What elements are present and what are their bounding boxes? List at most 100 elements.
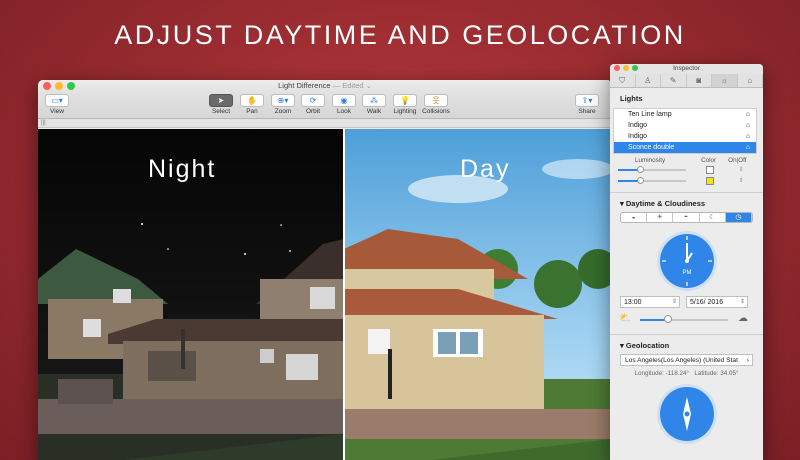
- sun-icon[interactable]: ☀: [647, 213, 674, 222]
- headline: ADJUST DAYTIME AND GEOLOCATION: [114, 20, 686, 50]
- building-icon: ⌂: [747, 76, 753, 85]
- cloud-icon: ☁: [738, 313, 748, 324]
- day-label: Day: [460, 155, 511, 183]
- color-swatch-yellow[interactable]: [706, 177, 714, 185]
- share-icon: ⇪▾: [575, 94, 599, 107]
- chevron-right-icon: ›: [746, 357, 749, 364]
- walk-tool[interactable]: ⁂ Walk: [357, 93, 391, 115]
- panel-toggle[interactable]: |||: [38, 119, 612, 128]
- bulb-icon: 💡: [393, 94, 417, 107]
- document-title: Light Difference: [278, 81, 331, 90]
- inspector-title: Inspector: [673, 65, 700, 72]
- look-tool[interactable]: ◉ Look: [327, 93, 361, 115]
- 3d-scene-view[interactable]: Night Day: [38, 129, 612, 460]
- cloudiness-row: ⛅ ☁: [610, 312, 763, 328]
- toolbar: ▭▾ View ➤ Select ✋ Pan ⊕▾ Zoom ⟳ Orbit ◉…: [38, 93, 612, 119]
- view-button[interactable]: ▭▾ View: [40, 93, 74, 115]
- bulb-icon[interactable]: ♁: [738, 175, 744, 184]
- main-window: Light Difference — Edited ⌄ ▭▾ View ➤ Se…: [38, 80, 612, 460]
- select-tool[interactable]: ➤ Select: [204, 93, 238, 115]
- pointer-icon: ➤: [209, 94, 233, 107]
- tab-materials[interactable]: ⛉: [610, 74, 636, 87]
- inspector-tabs: ⛉ ♙ ✎ ◙ ☼ ⌂: [610, 74, 763, 88]
- orbit-tool[interactable]: ⟳ Orbit: [296, 93, 330, 115]
- clock-icon[interactable]: ◷: [725, 213, 752, 222]
- paint-icon: ⛉: [619, 75, 626, 85]
- light-row[interactable]: Indigo ⌂: [614, 120, 756, 131]
- sunset-icon[interactable]: ◓: [673, 213, 700, 222]
- zoom-tool[interactable]: ⊕▾ Zoom: [266, 93, 300, 115]
- view-label: View: [50, 108, 64, 115]
- lamp-icon: ⌂: [745, 144, 750, 151]
- magnifier-icon: ⊕▾: [271, 94, 295, 107]
- light-setting-row: ♁: [610, 175, 763, 186]
- color-swatch-white[interactable]: [706, 166, 714, 174]
- daytime-header[interactable]: ▾ Daytime & Cloudiness: [610, 193, 763, 208]
- walk-label: Walk: [366, 108, 382, 115]
- orbit-label: Orbit: [305, 108, 321, 115]
- window-title: Light Difference — Edited ⌄: [38, 81, 612, 90]
- eye-icon: ◉: [332, 94, 356, 107]
- daytime-segmented-control: ◒ ☀ ◓ ☾ ◷: [620, 212, 753, 223]
- time-value: 13:00: [624, 299, 642, 306]
- night-label: Night: [148, 155, 217, 183]
- tab-lighting[interactable]: ☼: [712, 74, 738, 87]
- select-label: Select: [211, 108, 231, 115]
- location-value: Los Angeles(Los Angeles) (United Stat: [625, 357, 738, 364]
- lamp-icon: ⌂: [745, 133, 750, 140]
- coordinates: Longitude: -118.24° Latitude: 34.05°: [610, 370, 763, 377]
- camera-icon: ◙: [696, 76, 702, 85]
- tab-camera[interactable]: ◙: [687, 74, 712, 87]
- lights-column-headers: Luminosity Color On|Off: [610, 157, 763, 164]
- luminosity-slider-knob[interactable]: [637, 177, 644, 184]
- collisions-tool[interactable]: 웃 Collisions: [419, 93, 453, 115]
- light-setting-row: ♁: [610, 164, 763, 175]
- light-name: Indigo: [628, 133, 648, 140]
- tab-objects[interactable]: ♙: [636, 74, 661, 87]
- zoom-label: Zoom: [274, 108, 292, 115]
- geolocation-header-label: Geolocation: [625, 341, 670, 350]
- clock-ampm: PM: [682, 270, 691, 276]
- time-dial[interactable]: PM: [656, 230, 718, 292]
- bulb-icon[interactable]: ♁: [738, 164, 744, 173]
- light-row[interactable]: Ten Line lamp ⌂: [614, 109, 756, 120]
- pencil-icon: ✎: [669, 76, 677, 85]
- hand-icon: ✋: [240, 94, 264, 107]
- lamp-icon: ⌂: [745, 111, 750, 118]
- tab-building[interactable]: ⌂: [738, 74, 763, 87]
- luminosity-column: Luminosity: [635, 157, 666, 164]
- compass-icon[interactable]: [656, 383, 718, 445]
- light-row-selected[interactable]: Sconce double ⌂: [614, 142, 756, 153]
- onoff-column: On|Off: [728, 157, 747, 164]
- pan-tool[interactable]: ✋ Pan: [235, 93, 269, 115]
- tab-edit[interactable]: ✎: [661, 74, 687, 87]
- footsteps-icon: ⁂: [362, 94, 386, 107]
- moon-icon[interactable]: ☾: [700, 213, 726, 222]
- location-field[interactable]: Los Angeles(Los Angeles) (United Stat ›: [620, 354, 753, 366]
- stepper-icon[interactable]: ⇕: [672, 297, 677, 307]
- light-row[interactable]: Indigo ⌂: [614, 131, 756, 142]
- longitude-value: Longitude: -118.24°: [634, 370, 690, 377]
- lights-list: Ten Line lamp ⌂ Indigo ⌂ Indigo ⌂ Sconce do…: [613, 108, 757, 154]
- collisions-label: Collisions: [422, 108, 450, 115]
- time-field[interactable]: 13:00 ⇕: [620, 296, 680, 308]
- light-name: Sconce double: [628, 144, 675, 151]
- light-name: Indigo: [628, 122, 648, 129]
- color-column: Color: [701, 157, 717, 164]
- share-button[interactable]: ⇪▾ Share: [570, 93, 604, 115]
- sunrise-icon[interactable]: ◒: [621, 213, 648, 222]
- collision-person-icon: 웃: [424, 94, 448, 107]
- cloudiness-slider-knob[interactable]: [664, 315, 672, 323]
- inspector-titlebar: Inspector: [610, 64, 763, 74]
- lamp-icon: ⌂: [745, 122, 750, 129]
- geolocation-header[interactable]: ▾ Geolocation: [610, 335, 763, 350]
- date-field[interactable]: 5/16/ 2016 ⇕: [686, 296, 748, 308]
- pan-label: Pan: [246, 108, 258, 115]
- edited-indicator[interactable]: — Edited ⌄: [333, 81, 372, 90]
- sun-cloud-icon: ⛅: [619, 313, 632, 324]
- lighting-tool[interactable]: 💡 Lighting: [388, 93, 422, 115]
- stepper-icon[interactable]: ⇕: [740, 297, 745, 307]
- lighting-label: Lighting: [393, 108, 417, 115]
- sun-icon: ☼: [720, 76, 728, 85]
- luminosity-slider-knob[interactable]: [637, 166, 644, 173]
